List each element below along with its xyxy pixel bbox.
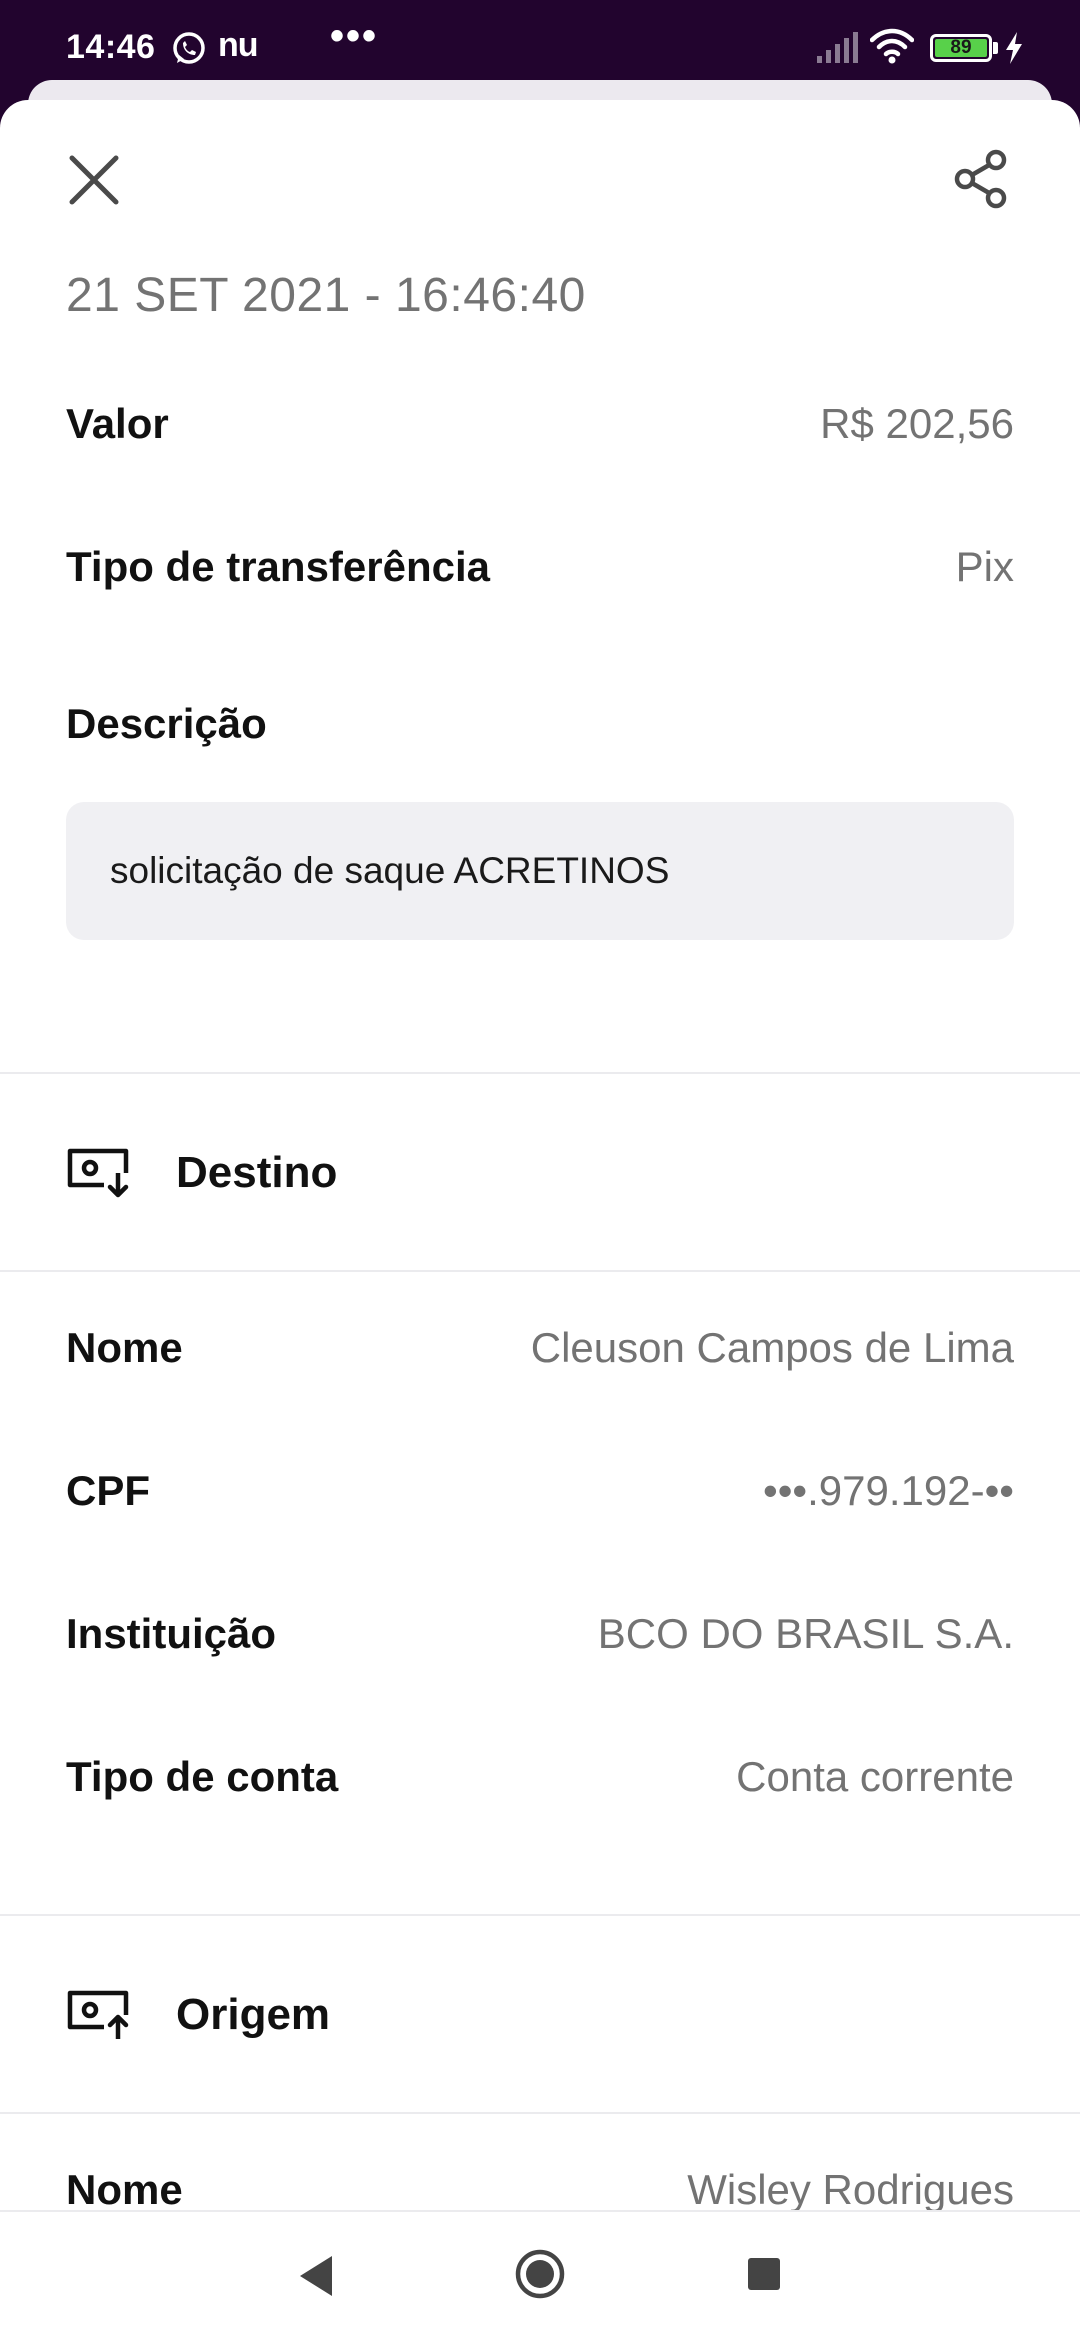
- row-destination-name: Nome Cleuson Campos de Lima: [66, 1318, 1014, 1378]
- description-label: Descrição: [66, 700, 267, 747]
- status-time: 14:46: [66, 28, 156, 66]
- divider: [0, 2112, 1080, 2114]
- destination-institution-value: BCO DO BRASIL S.A.: [597, 1610, 1014, 1657]
- more-notifications-icon: •••: [330, 14, 379, 58]
- destination-account-type-value: Conta corrente: [736, 1753, 1014, 1800]
- destination-header: Destino: [66, 1133, 337, 1213]
- divider: [0, 1914, 1080, 1916]
- destination-account-type-label: Tipo de conta: [66, 1753, 339, 1800]
- description-box: solicitação de saque ACRETINOS: [66, 802, 1014, 940]
- row-destination-institution: Instituição BCO DO BRASIL S.A.: [66, 1604, 1014, 1664]
- battery-icon: 89: [930, 34, 992, 62]
- value-amount: R$ 202,56: [820, 400, 1014, 447]
- transfer-receipt-sheet: 21 SET 2021 - 16:46:40 Valor R$ 202,56 T…: [0, 100, 1080, 2210]
- charging-icon: [1006, 32, 1022, 64]
- origin-title: Origem: [176, 1990, 331, 2039]
- row-destination-cpf: CPF •••.979.192-••: [66, 1461, 1014, 1521]
- row-value: Valor R$ 202,56: [66, 394, 1014, 454]
- destination-cpf-value: •••.979.192-••: [763, 1467, 1014, 1514]
- back-icon[interactable]: [294, 2252, 336, 2300]
- origin-name-label: Nome: [66, 2166, 183, 2210]
- row-origin-name: Nome Wisley Rodrigues: [66, 2160, 1014, 2210]
- destination-name-value: Cleuson Campos de Lima: [530, 1324, 1014, 1371]
- destination-cpf-label: CPF: [66, 1467, 150, 1514]
- description-text: solicitação de saque ACRETINOS: [110, 850, 670, 891]
- divider: [0, 1072, 1080, 1074]
- destination-name-label: Nome: [66, 1324, 183, 1371]
- signal-icon: [817, 32, 858, 63]
- divider: [0, 1270, 1080, 1272]
- home-icon[interactable]: [514, 2248, 566, 2300]
- close-icon[interactable]: [66, 152, 122, 208]
- recents-icon[interactable]: [746, 2256, 782, 2292]
- battery-level: 89: [935, 38, 987, 57]
- navigation-bar: [0, 2210, 1080, 2340]
- origin-header: Origem: [66, 1975, 330, 2055]
- row-destination-account-type: Tipo de conta Conta corrente: [66, 1747, 1014, 1807]
- destination-institution-label: Instituição: [66, 1610, 277, 1657]
- destination-title: Destino: [176, 1148, 338, 1197]
- transfer-type-label: Tipo de transferência: [66, 543, 491, 590]
- receive-money-icon: [67, 1148, 129, 1198]
- wifi-icon: [870, 28, 914, 64]
- origin-name-value: Wisley Rodrigues: [687, 2166, 1014, 2210]
- send-money-icon: [67, 1990, 129, 2039]
- row-transfer-type: Tipo de transferência Pix: [66, 537, 1014, 597]
- share-icon[interactable]: [950, 148, 1012, 210]
- transfer-datetime: 21 SET 2021 - 16:46:40: [66, 269, 586, 322]
- whatsapp-icon: [173, 32, 205, 64]
- battery-tip: [993, 42, 998, 54]
- nubank-notification-icon: nu: [218, 26, 259, 64]
- value-label: Valor: [66, 400, 169, 447]
- transfer-type-value: Pix: [955, 543, 1014, 590]
